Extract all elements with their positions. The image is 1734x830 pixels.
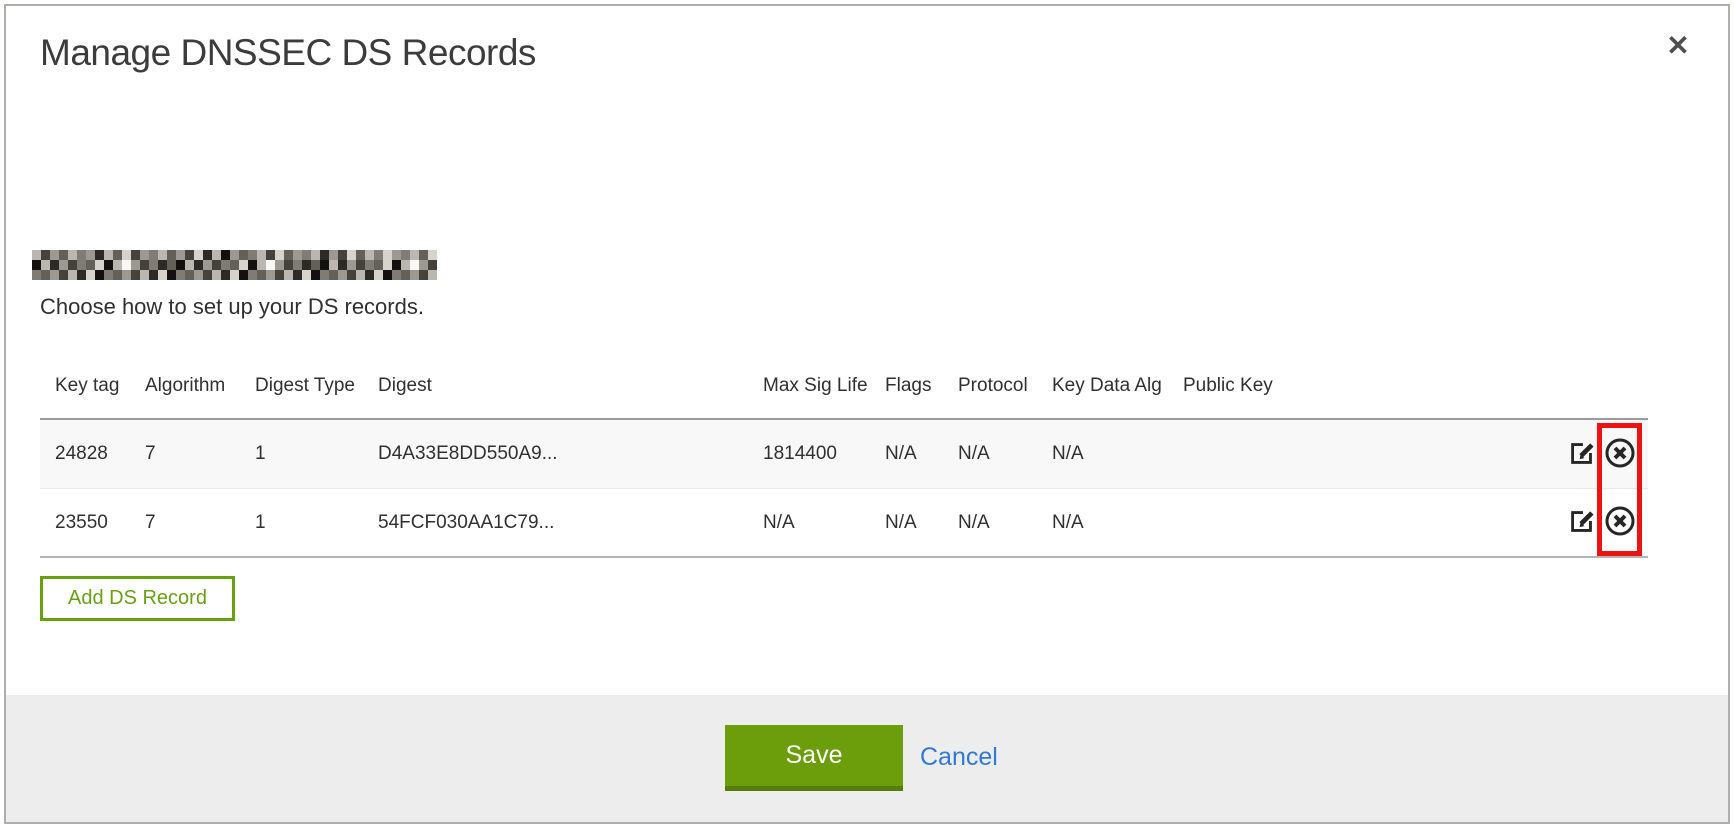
cell-key-data-alg: N/A [1037, 443, 1168, 465]
edit-record-button[interactable] [1564, 505, 1600, 541]
table-header-row: Key tag Algorithm Digest Type Digest Max… [40, 353, 1648, 418]
close-button[interactable]: ✕ [1658, 26, 1698, 66]
page-title: Manage DNSSEC DS Records [40, 32, 536, 74]
save-button[interactable]: Save [725, 725, 903, 791]
redacted-domain [32, 250, 437, 280]
cancel-link[interactable]: Cancel [920, 743, 998, 772]
cell-protocol: N/A [943, 512, 1037, 534]
header-digest-type: Digest Type [240, 375, 363, 397]
modal-footer: Save Cancel [6, 695, 1728, 822]
header-flags: Flags [870, 375, 943, 397]
header-protocol: Protocol [943, 375, 1037, 397]
cell-key-data-alg: N/A [1037, 512, 1168, 534]
cell-max-sig-life: N/A [748, 512, 870, 534]
cell-flags: N/A [870, 512, 943, 534]
cell-algorithm: 7 [130, 512, 240, 534]
delete-x-circle-icon [1603, 436, 1637, 472]
cell-max-sig-life: 1814400 [748, 443, 870, 465]
delete-record-button[interactable] [1602, 436, 1638, 472]
edit-icon [1566, 437, 1598, 472]
delete-record-button[interactable] [1602, 505, 1638, 541]
row-actions [1525, 436, 1648, 472]
header-key-data-alg: Key Data Alg [1037, 375, 1168, 397]
table-row: 24828 7 1 D4A33E8DD550A9... 1814400 N/A … [40, 418, 1648, 488]
row-actions [1525, 505, 1648, 541]
cell-flags: N/A [870, 443, 943, 465]
cell-key-tag: 23550 [40, 512, 130, 534]
cell-digest: D4A33E8DD550A9... [363, 443, 748, 465]
delete-x-circle-icon [1603, 505, 1637, 541]
close-icon: ✕ [1666, 30, 1689, 61]
instruction-text: Choose how to set up your DS records. [40, 294, 424, 320]
cell-digest: 54FCF030AA1C79... [363, 512, 748, 534]
edit-record-button[interactable] [1564, 436, 1600, 472]
cell-digest-type: 1 [240, 443, 363, 465]
add-ds-record-button[interactable]: Add DS Record [40, 576, 235, 621]
header-public-key: Public Key [1168, 375, 1525, 397]
cell-algorithm: 7 [130, 443, 240, 465]
header-max-sig-life: Max Sig Life [748, 375, 870, 397]
cell-key-tag: 24828 [40, 443, 130, 465]
table-row: 23550 7 1 54FCF030AA1C79... N/A N/A N/A … [40, 488, 1648, 558]
ds-records-table: Key tag Algorithm Digest Type Digest Max… [40, 353, 1648, 558]
manage-dnssec-modal: Manage DNSSEC DS Records ✕ Choose how to… [4, 4, 1730, 824]
page-background: Manage DNSSEC DS Records ✕ Choose how to… [0, 0, 1734, 830]
edit-icon [1566, 505, 1598, 540]
cell-digest-type: 1 [240, 512, 363, 534]
header-algorithm: Algorithm [130, 375, 240, 397]
header-key-tag: Key tag [40, 375, 130, 397]
header-digest: Digest [363, 375, 748, 397]
cell-protocol: N/A [943, 443, 1037, 465]
